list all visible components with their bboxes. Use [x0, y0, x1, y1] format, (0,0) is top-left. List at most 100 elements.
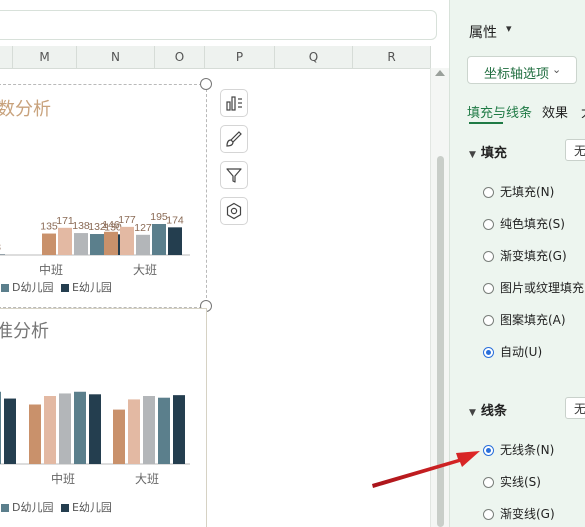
- column-header-q[interactable]: Q: [275, 46, 353, 68]
- scrollbar-thumb[interactable]: [437, 156, 444, 527]
- line-section-title: 线条: [480, 404, 507, 419]
- bar-中班-series-1[interactable]: [42, 233, 56, 255]
- category-label: 大班: [135, 472, 159, 486]
- legend-swatch-d: [1, 504, 9, 512]
- collapse-triangle-icon: ▼: [469, 150, 476, 160]
- bar-中班-series-4[interactable]: [90, 234, 104, 255]
- data-label: 127: [134, 222, 152, 234]
- column-header-p[interactable]: P: [205, 46, 275, 68]
- radio-auto-fill[interactable]: 自动(U): [483, 343, 542, 360]
- active-tab-indicator: [469, 122, 503, 124]
- filter-icon: [226, 168, 242, 183]
- bar-大班-series-1[interactable]: [104, 231, 118, 255]
- bar-大班-series-3[interactable]: [143, 396, 155, 464]
- chart-filter-button[interactable]: [220, 161, 248, 189]
- fill-section-header[interactable]: ▼ 填充: [469, 142, 507, 161]
- radio-picture-fill[interactable]: 图片或纹理填充: [483, 279, 584, 296]
- legend-swatch-d: [1, 284, 9, 292]
- bar-partial-series-5[interactable]: [4, 398, 16, 464]
- column-header-row: M N O P Q R: [0, 46, 431, 69]
- bar-中班-series-3[interactable]: [74, 233, 88, 255]
- radio-icon: [483, 187, 494, 198]
- radio-gradient-fill[interactable]: 渐变填充(G): [483, 247, 567, 264]
- column-header-m[interactable]: M: [13, 46, 77, 68]
- radio-label: 图案填充(A): [500, 313, 566, 327]
- brush-icon: [226, 131, 242, 147]
- radio-label: 图片或纹理填充: [500, 281, 585, 295]
- chart-top-legend[interactable]: D幼儿园 E幼儿园: [1, 279, 112, 295]
- legend-swatch-e: [60, 504, 69, 512]
- line-section-header[interactable]: ▼ 线条: [469, 400, 507, 419]
- bar-中班-series-5[interactable]: [89, 394, 101, 464]
- radio-no-line[interactable]: 无线条(N): [483, 441, 554, 458]
- bar-大班-series-2[interactable]: [120, 226, 134, 255]
- bar-大班-series-3[interactable]: [136, 234, 150, 255]
- radio-icon: [483, 477, 494, 488]
- category-label: 大班: [133, 263, 157, 277]
- bar-中班-series-3[interactable]: [59, 393, 71, 464]
- chart-bottom-plot: 中班 大班: [0, 391, 190, 486]
- bar-大班-series-5[interactable]: [168, 227, 182, 255]
- column-header-n[interactable]: N: [77, 46, 155, 68]
- radio-label: 渐变填充(G): [500, 249, 567, 263]
- bar-大班-series-2[interactable]: [128, 399, 140, 464]
- vertical-scrollbar[interactable]: [430, 68, 449, 527]
- bar-大班-series-4[interactable]: [152, 224, 166, 255]
- radio-selected-icon: [483, 347, 494, 358]
- tab-effects[interactable]: 效果: [542, 102, 568, 121]
- column-header-partial[interactable]: [0, 46, 13, 68]
- bar-中班-series-2[interactable]: [44, 396, 56, 464]
- radio-label: 无线条(N): [500, 443, 555, 457]
- bar-partial-series-4[interactable]: [0, 391, 1, 464]
- tab-size[interactable]: 大: [581, 102, 585, 121]
- panel-title[interactable]: 属性: [469, 22, 497, 42]
- formula-bar[interactable]: [0, 10, 437, 40]
- resize-handle-top-right[interactable]: [200, 78, 212, 90]
- legend-label-e: E幼儿园: [71, 281, 112, 294]
- bar-中班-series-2[interactable]: [58, 227, 72, 255]
- settings-icon: [226, 202, 242, 220]
- radio-no-fill[interactable]: 无填充(N): [483, 183, 554, 200]
- chart-style-button[interactable]: [220, 125, 248, 153]
- legend-label-e: E幼儿园: [71, 501, 112, 514]
- radio-icon: [483, 251, 494, 262]
- tab-fill-and-line[interactable]: 填充与线条: [467, 102, 532, 121]
- axis-options-label: 坐标轴选项: [484, 67, 550, 82]
- radio-label: 自动(U): [500, 345, 543, 359]
- fill-section-title: 填充: [480, 146, 507, 161]
- radio-icon: [483, 219, 494, 230]
- chevron-down-icon: ⌄: [552, 63, 562, 76]
- chart-bottom-legend[interactable]: D幼儿园 E幼儿园: [1, 499, 112, 515]
- bar-大班-series-1[interactable]: [113, 409, 125, 464]
- radio-solid-line[interactable]: 实线(S): [483, 473, 541, 490]
- fill-preset-button[interactable]: 无: [565, 139, 585, 161]
- chart-top[interactable]: 数分析 3135171138132130中班146177127195174大班 …: [0, 84, 207, 308]
- axis-options-select[interactable]: 坐标轴选项 ⌄: [467, 56, 577, 84]
- spreadsheet-area: M N O P Q R 数分析 3135171138132130中班146177…: [0, 0, 449, 527]
- column-header-o[interactable]: O: [155, 46, 205, 68]
- radio-label: 纯色填充(S): [500, 217, 565, 231]
- bar-中班-series-1[interactable]: [29, 404, 41, 465]
- bar-大班-series-4[interactable]: [158, 397, 170, 464]
- radio-gradient-line[interactable]: 渐变线(G): [483, 505, 555, 522]
- bar-大班-series-5[interactable]: [173, 395, 185, 464]
- radio-icon: [483, 509, 494, 520]
- chart-top-plot: 3135171138132130中班146177127195174大班: [0, 211, 190, 277]
- category-label: 中班: [51, 471, 75, 486]
- legend-label-d: D幼儿园: [12, 281, 54, 294]
- chart-bottom[interactable]: 准分析 中班 大班 D幼儿园 E幼儿园: [0, 308, 207, 527]
- category-label: 中班: [39, 262, 63, 277]
- chart-elements-button[interactable]: [220, 89, 248, 117]
- radio-pattern-fill[interactable]: 图案填充(A): [483, 311, 566, 328]
- radio-label: 渐变线(G): [500, 507, 555, 521]
- radio-icon: [483, 283, 494, 294]
- line-preset-button[interactable]: 无: [565, 397, 585, 419]
- radio-label: 无填充(N): [500, 185, 555, 199]
- scroll-up-arrow-icon[interactable]: [435, 70, 445, 76]
- chart-settings-button[interactable]: [220, 197, 248, 225]
- column-header-r[interactable]: R: [353, 46, 431, 68]
- chevron-down-icon[interactable]: ▾: [506, 22, 512, 35]
- radio-solid-fill[interactable]: 纯色填充(S): [483, 215, 565, 232]
- collapse-triangle-icon: ▼: [469, 408, 476, 418]
- bar-中班-series-4[interactable]: [74, 391, 86, 464]
